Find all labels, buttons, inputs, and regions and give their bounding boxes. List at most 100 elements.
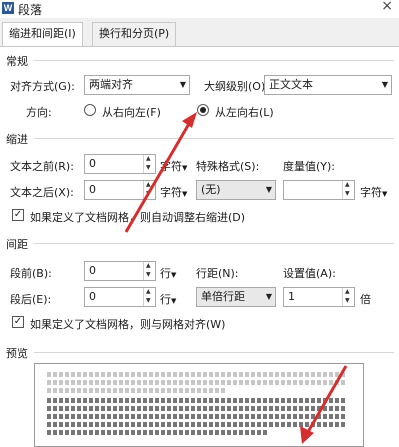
indent-before-unit: 字符 [160, 160, 182, 173]
alignment-value: 两端对齐 [89, 78, 133, 91]
divider [34, 138, 394, 139]
preview-line-sample [47, 406, 347, 411]
preview-line-previous [47, 372, 347, 377]
indent-after-value: 0 [89, 183, 96, 196]
title-bar: W 段落 × [0, 0, 399, 18]
spin-down-icon[interactable]: ▼ [146, 271, 151, 279]
snap-to-grid-checkbox[interactable]: ✓ [12, 316, 24, 328]
line-spacing-label: 行距(N): [196, 267, 239, 280]
space-before-unit-dropdown[interactable]: 行▼ [160, 265, 176, 281]
spin-up-icon[interactable]: ▲ [146, 288, 151, 296]
caret-down-icon: ▼ [182, 190, 188, 198]
setting-value-label: 设置值(A): [283, 267, 336, 280]
outline-level-label: 大纲级别(O): [204, 80, 269, 93]
measure-unit-dropdown[interactable]: 字符▼ [360, 184, 387, 200]
space-after-spinner[interactable]: 0 ▲ ▼ [84, 287, 156, 307]
direction-label: 方向: [26, 106, 52, 119]
indent-after-unit-dropdown[interactable]: 字符▼ [160, 184, 187, 200]
chevron-down-icon: ▼ [381, 80, 388, 89]
chevron-down-icon: ▼ [265, 292, 272, 301]
preview-line-sample [47, 430, 267, 435]
indent-after-spinner[interactable]: 0 ▲ ▼ [84, 180, 156, 200]
preview-line-sample [47, 398, 347, 403]
space-before-spinner[interactable]: 0 ▲ ▼ [84, 261, 156, 281]
auto-adjust-indent-checkbox[interactable]: ✓ [12, 209, 24, 221]
measure-unit: 字符 [360, 186, 382, 199]
space-after-unit-dropdown[interactable]: 行▼ [160, 291, 176, 307]
rtl-label[interactable]: 从右向左(F) [102, 104, 161, 120]
space-before-label: 段前(B): [10, 267, 52, 280]
wps-writer-icon: W [2, 2, 14, 14]
divider [34, 352, 394, 353]
indent-before-spinner[interactable]: 0 ▲ ▼ [84, 154, 156, 174]
spin-down-icon[interactable]: ▼ [345, 190, 350, 198]
spin-down-icon[interactable]: ▼ [146, 190, 151, 198]
spin-down-icon[interactable]: ▼ [345, 297, 350, 305]
line-spacing-select[interactable]: 单倍行距 ▼ [196, 287, 276, 307]
spinner-buttons[interactable]: ▲ ▼ [342, 181, 354, 199]
spin-down-icon[interactable]: ▼ [146, 297, 151, 305]
indent-after-label: 文本之后(X): [10, 186, 74, 199]
spinner-buttons[interactable]: ▲ ▼ [342, 288, 354, 306]
tab-line-page-breaks[interactable]: 换行和分页(P) [92, 22, 177, 46]
tab-indent-spacing[interactable]: 缩进和间距(I) [2, 22, 83, 47]
spin-up-icon[interactable]: ▲ [146, 181, 151, 189]
section-heading-preview: 预览 [6, 347, 28, 360]
section-heading-spacing: 间距 [6, 238, 28, 251]
indent-before-unit-dropdown[interactable]: 字符▼ [160, 158, 187, 174]
setting-value-spinner[interactable]: 1 ▲ ▼ [283, 287, 355, 307]
tab-panel: 常规 对齐方式(G): 两端对齐 ▼ 大纲级别(O): 正文文本 ▼ 方向: 从… [0, 46, 399, 447]
spin-up-icon[interactable]: ▲ [146, 155, 151, 163]
outline-level-value: 正文文本 [269, 78, 313, 91]
caret-down-icon: ▼ [382, 190, 388, 198]
preview-line-sample [47, 422, 347, 427]
chevron-down-icon: ▼ [179, 80, 186, 89]
special-format-label: 特殊格式(S): [196, 160, 260, 173]
spinner-buttons[interactable]: ▲ ▼ [143, 288, 155, 306]
snap-to-grid-label[interactable]: 如果定义了文档网格，则与网格对齐(W) [30, 316, 225, 332]
caret-down-icon: ▼ [171, 271, 177, 279]
setting-value: 1 [288, 290, 295, 303]
indent-before-value: 0 [89, 157, 96, 170]
outline-level-select[interactable]: 正文文本 ▼ [264, 75, 392, 95]
ltr-label[interactable]: 从左向右(L) [215, 104, 274, 120]
divider [34, 243, 394, 244]
spin-up-icon[interactable]: ▲ [345, 288, 350, 296]
spinner-buttons[interactable]: ▲ ▼ [143, 155, 155, 173]
measure-label: 度量值(Y): [283, 160, 336, 173]
preview-line-sample [47, 414, 347, 419]
section-heading-indent: 缩进 [6, 133, 28, 146]
preview-line-previous [47, 380, 347, 385]
preview-line-previous [47, 388, 227, 393]
close-icon[interactable]: × [381, 0, 393, 14]
spin-down-icon[interactable]: ▼ [146, 164, 151, 172]
ltr-radio[interactable] [197, 104, 209, 116]
measure-spinner[interactable]: ▲ ▼ [283, 180, 355, 200]
rtl-radio[interactable] [84, 104, 96, 116]
indent-before-label: 文本之前(R): [10, 160, 74, 173]
indent-after-unit: 字符 [160, 186, 182, 199]
caret-down-icon: ▼ [171, 297, 177, 305]
spinner-buttons[interactable]: ▲ ▼ [143, 262, 155, 280]
line-spacing-value: 单倍行距 [201, 290, 245, 303]
spin-up-icon[interactable]: ▲ [146, 262, 151, 270]
space-after-value: 0 [89, 290, 96, 303]
alignment-select[interactable]: 两端对齐 ▼ [84, 75, 190, 95]
divider [34, 60, 394, 61]
special-format-select[interactable]: (无) ▼ [196, 180, 276, 200]
caret-down-icon: ▼ [182, 164, 188, 172]
setting-unit: 倍 [360, 293, 371, 306]
tab-strip: 缩进和间距(I) 换行和分页(P) [0, 18, 399, 47]
space-before-value: 0 [89, 264, 96, 277]
preview-box [34, 363, 364, 447]
special-format-value: (无) [201, 183, 221, 196]
alignment-label: 对齐方式(G): [10, 80, 75, 93]
dialog-title: 段落 [18, 3, 43, 17]
chevron-down-icon: ▼ [265, 185, 272, 194]
space-after-label: 段后(E): [10, 293, 52, 306]
space-after-unit: 行 [160, 293, 171, 306]
space-before-unit: 行 [160, 267, 171, 280]
auto-adjust-indent-label[interactable]: 如果定义了文档网格，则自动调整右缩进(D) [30, 209, 245, 225]
spin-up-icon[interactable]: ▲ [345, 181, 350, 189]
spinner-buttons[interactable]: ▲ ▼ [143, 181, 155, 199]
